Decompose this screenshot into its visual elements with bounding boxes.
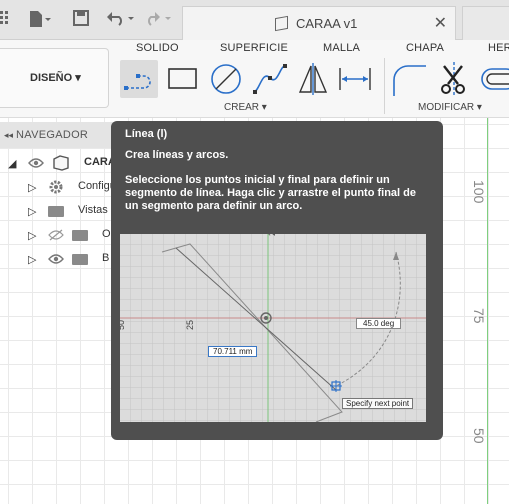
spline-tool-button[interactable]: [250, 60, 290, 98]
browser-item-label: B: [102, 252, 110, 264]
offset-icon: [481, 68, 509, 90]
mirror-tool-button[interactable]: [294, 60, 332, 98]
tooltip-subtitle: Crea líneas y arcos.: [125, 149, 229, 161]
rectangle-icon: [168, 68, 197, 89]
toolbar-ribbon: DISEÑO ▾ SOLIDO SUPERFICIE MALLA CHAPA H…: [0, 40, 509, 118]
circle-icon: [211, 64, 241, 94]
scissors-icon: [441, 62, 465, 96]
mirror-icon: [298, 63, 328, 95]
ruler-value-75: 75: [471, 308, 487, 324]
tab-malla[interactable]: MALLA: [323, 42, 360, 54]
dimension-tool-button[interactable]: [336, 60, 374, 98]
dimension-icon: [339, 68, 371, 90]
dimension-50: 50: [120, 319, 126, 330]
collapse-arrow-icon[interactable]: ◂◂: [4, 130, 13, 141]
document-tab[interactable]: CARAA v1 ✕: [182, 6, 456, 40]
folder-icon: [72, 254, 88, 265]
next-document-tab[interactable]: [462, 6, 509, 40]
workspace-dropdown[interactable]: DISEÑO ▾: [0, 48, 109, 108]
trim-tool-button[interactable]: [436, 60, 472, 98]
crear-menu[interactable]: CREAR ▾: [224, 102, 267, 113]
tab-herramientas[interactable]: HER: [488, 42, 509, 54]
tooltip-title: Línea (l): [125, 128, 168, 140]
browser-item-label: Vistas: [78, 204, 108, 216]
folder-icon: [72, 230, 88, 241]
spline-icon: [253, 64, 287, 94]
next-point-hint: Specify next point: [342, 398, 414, 409]
tab-superficie[interactable]: SUPERFICIE: [220, 42, 288, 54]
save-icon[interactable]: [73, 10, 89, 32]
collapse-triangle-icon[interactable]: ◢: [8, 157, 16, 170]
tab-chapa[interactable]: CHAPA: [406, 42, 444, 54]
length-dimension-field: 70.711 mm: [208, 346, 258, 357]
line-icon: [124, 74, 151, 90]
workspace-label: DISEÑO ▾: [30, 72, 81, 84]
component-icon: [52, 155, 70, 174]
tooltip-preview-image: 25 25 50 70.711 mm 45.0 deg Specify next…: [120, 234, 426, 422]
cube-icon: [275, 15, 288, 32]
ruler-value-100: 100: [471, 180, 487, 204]
title-bar: CARAA v1 ✕: [0, 0, 509, 40]
expand-triangle-icon[interactable]: ▷: [28, 205, 36, 218]
file-icon[interactable]: [28, 10, 52, 34]
fillet-tool-button[interactable]: [390, 60, 428, 98]
expand-triangle-icon[interactable]: ▷: [28, 229, 36, 242]
line-tool-button[interactable]: [120, 60, 158, 98]
ribbon-divider: [384, 58, 385, 114]
tab-solido[interactable]: SOLIDO: [136, 42, 179, 54]
eye-icon[interactable]: [28, 157, 44, 172]
navigator-title: NAVEGADOR: [16, 129, 89, 141]
expand-triangle-icon[interactable]: ▷: [28, 181, 36, 194]
undo-icon[interactable]: [106, 10, 136, 32]
expand-triangle-icon[interactable]: ▷: [28, 253, 36, 266]
y-axis-line: [487, 118, 488, 504]
dimension-25-top: 25: [267, 234, 277, 236]
dimension-25-left: 25: [185, 319, 195, 330]
gear-icon: [48, 179, 64, 198]
offset-tool-button[interactable]: [478, 60, 509, 98]
circle-tool-button[interactable]: [206, 60, 246, 98]
modificar-menu[interactable]: MODIFICAR ▾: [418, 102, 482, 113]
redo-icon[interactable]: [143, 10, 173, 32]
document-title: CARAA v1: [296, 16, 358, 31]
tooltip-description: Seleccione los puntos inicial y final pa…: [125, 174, 416, 212]
fillet-icon: [393, 65, 426, 96]
grid-menu-icon[interactable]: [0, 10, 10, 30]
rectangle-tool-button[interactable]: [164, 60, 202, 98]
eye-hidden-icon[interactable]: [48, 229, 64, 244]
ruler-value-50: 50: [471, 428, 487, 444]
line-tool-tooltip: Línea (l) Crea líneas y arcos. Seleccion…: [111, 121, 443, 440]
eye-icon[interactable]: [48, 253, 64, 268]
folder-icon: [48, 206, 64, 217]
browser-item-label: O: [102, 228, 111, 240]
angle-dimension-field: 45.0 deg: [356, 318, 402, 329]
close-tab-icon[interactable]: ✕: [434, 13, 447, 33]
